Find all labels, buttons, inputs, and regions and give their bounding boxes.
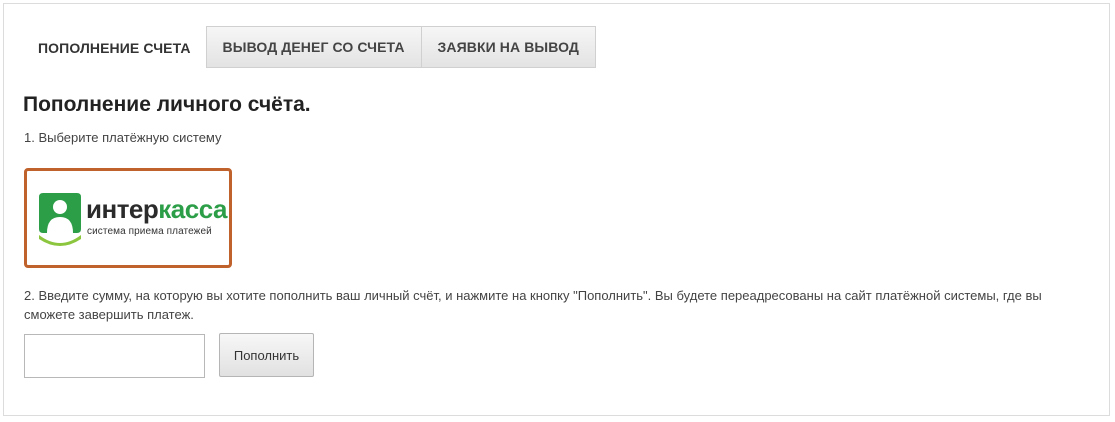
wordmark-green-part: касса [158, 194, 227, 224]
tab-bar: ПОПОЛНЕНИЕ СЧЕТА ВЫВОД ДЕНЕГ СО СЧЕТА ЗА… [22, 26, 596, 69]
deposit-button[interactable]: Пополнить [219, 333, 314, 377]
step1-instruction: 1. Выберите платёжную систему [24, 130, 222, 145]
interkassa-wordmark: интеркасса [86, 195, 227, 223]
interkassa-tagline: система приема платежей [87, 226, 212, 237]
interkassa-person-icon [39, 193, 81, 246]
payment-system-interkassa[interactable]: интеркасса система приема платежей [24, 168, 232, 268]
page-title: Пополнение личного счёта. [23, 93, 311, 116]
step2-instruction: 2. Введите сумму, на которую вы хотите п… [24, 288, 1042, 322]
tab-deposit[interactable]: ПОПОЛНЕНИЕ СЧЕТА [22, 26, 206, 69]
tab-withdraw[interactable]: ВЫВОД ДЕНЕГ СО СЧЕТА [205, 26, 422, 68]
tab-withdraw-requests[interactable]: ЗАЯВКИ НА ВЫВОД [421, 26, 596, 68]
amount-input[interactable] [24, 334, 205, 378]
wordmark-dark-part: интер [86, 194, 159, 224]
